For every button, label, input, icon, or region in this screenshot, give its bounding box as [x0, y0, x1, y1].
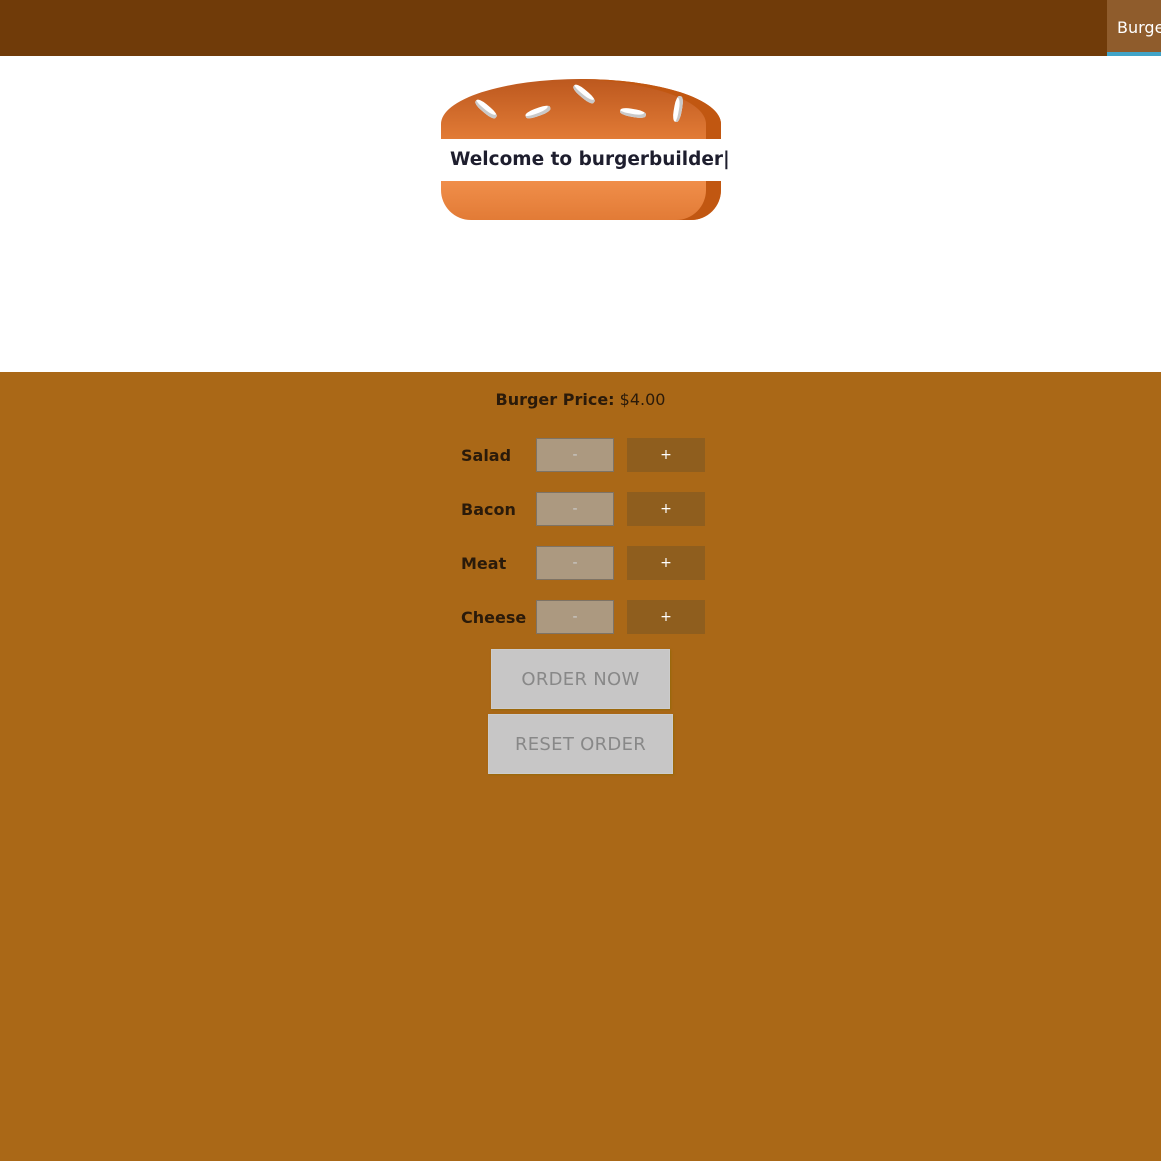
bread-bottom — [441, 181, 721, 220]
burger-preview: Welcome to burgerbuilder| — [0, 56, 1161, 372]
welcome-panel: Welcome to burgerbuilder| — [441, 139, 730, 181]
salad-less-button[interactable]: - — [536, 438, 614, 472]
bacon-more-button[interactable]: + — [627, 492, 705, 526]
sesame-seed — [671, 95, 685, 123]
top-toolbar: Burge — [0, 0, 1161, 56]
control-label: Cheese — [461, 608, 527, 627]
cheese-less-button[interactable]: - — [536, 600, 614, 634]
reset-order-button[interactable]: RESET ORDER — [488, 714, 673, 774]
build-controls: Burger Price: $4.00 Salad - + Bacon - + … — [0, 372, 1161, 1161]
cheese-more-button[interactable]: + — [627, 600, 705, 634]
price-value: $4.00 — [619, 390, 666, 409]
control-label: Meat — [461, 554, 507, 573]
bread-top — [441, 79, 721, 139]
bacon-less-button[interactable]: - — [536, 492, 614, 526]
control-row-bacon: Bacon - + — [461, 492, 705, 526]
salad-more-button[interactable]: + — [627, 438, 705, 472]
meat-less-button[interactable]: - — [536, 546, 614, 580]
sesame-seed — [524, 103, 552, 121]
control-label: Bacon — [461, 500, 516, 519]
order-now-button[interactable]: ORDER NOW — [491, 649, 670, 709]
price-label: Burger Price: — [495, 390, 615, 409]
control-row-cheese: Cheese - + — [461, 600, 705, 634]
price-display: Burger Price: $4.00 — [0, 390, 1161, 409]
control-row-salad: Salad - + — [461, 438, 705, 472]
control-label: Salad — [461, 446, 512, 465]
sesame-seed — [473, 97, 499, 121]
nav-item-label: Burge — [1117, 18, 1161, 37]
sesame-seed — [619, 106, 647, 120]
control-row-meat: Meat - + — [461, 546, 705, 580]
meat-more-button[interactable]: + — [627, 546, 705, 580]
nav-item-burger-builder[interactable]: Burge — [1107, 0, 1161, 56]
sesame-seed — [571, 82, 597, 106]
welcome-text: Welcome to burgerbuilder| — [450, 149, 730, 170]
